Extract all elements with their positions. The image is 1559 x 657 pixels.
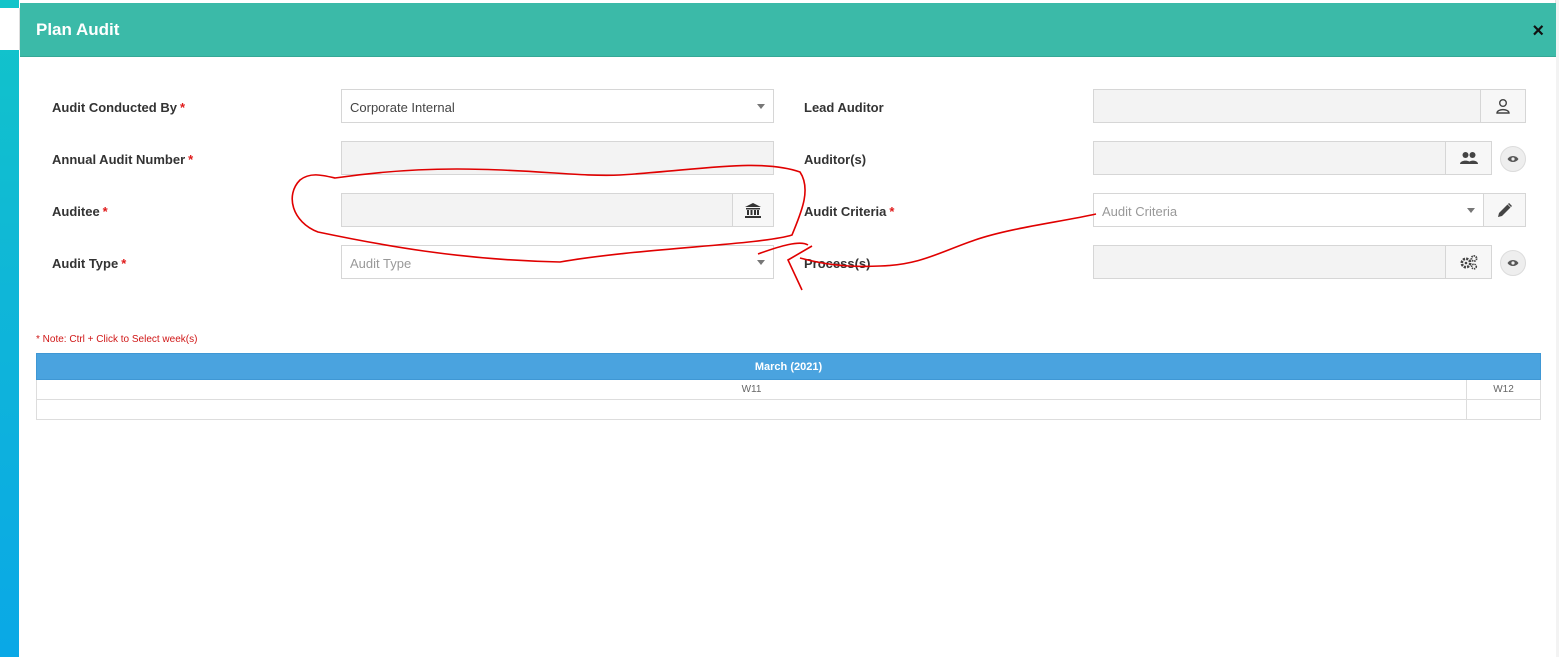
audit-type-select[interactable]: Audit Type	[341, 245, 774, 279]
dialog-title: Plan Audit	[36, 20, 120, 39]
processes-label: Process(s)	[804, 256, 871, 271]
dialog-header: Plan Audit ×	[20, 3, 1556, 57]
users-icon	[1459, 152, 1478, 164]
building-icon	[745, 202, 761, 218]
close-button[interactable]: ×	[1532, 21, 1544, 41]
view-auditors-button[interactable]	[1500, 146, 1526, 172]
eye-icon	[1507, 260, 1519, 266]
audit-conducted-by-label: Audit Conducted By *	[52, 100, 185, 115]
audit-conducted-by-select[interactable]: Corporate Internal	[341, 89, 774, 123]
user-icon	[1496, 99, 1510, 114]
auditors-label: Auditor(s)	[804, 152, 867, 167]
week-w11[interactable]: W11	[37, 380, 1467, 399]
auditors-field[interactable]	[1093, 141, 1446, 175]
processes-field[interactable]	[1093, 245, 1446, 279]
week-w12-cell[interactable]	[1467, 400, 1540, 419]
chevron-down-icon	[1467, 208, 1475, 213]
week-w12[interactable]: W12	[1467, 380, 1540, 399]
gears-icon	[1460, 255, 1477, 270]
lead-auditor-picker-button[interactable]	[1480, 89, 1526, 123]
auditee-label: Auditee *	[52, 204, 108, 219]
auditee-picker-button[interactable]	[732, 193, 774, 227]
auditee-field[interactable]	[341, 193, 733, 227]
audit-week-calendar: March (2021) W11 W12	[36, 353, 1541, 420]
background-tab	[0, 8, 20, 50]
eye-icon	[1507, 156, 1519, 162]
audit-type-label: Audit Type *	[52, 256, 127, 271]
audit-criteria-edit-button[interactable]	[1483, 193, 1526, 227]
background-page-strip	[0, 0, 20, 657]
audit-criteria-placeholder: Audit Criteria	[1102, 204, 1178, 219]
chevron-down-icon	[757, 104, 765, 109]
calendar-selection-row	[36, 400, 1541, 420]
week-w11-cell[interactable]	[37, 400, 1467, 419]
processes-picker-button[interactable]	[1445, 245, 1492, 279]
audit-type-placeholder: Audit Type	[350, 256, 412, 271]
annual-audit-number-label: Annual Audit Number *	[52, 152, 194, 167]
week-selection-note: * Note: Ctrl + Click to Select week(s)	[36, 334, 198, 345]
view-processes-button[interactable]	[1500, 250, 1526, 276]
audit-criteria-label: Audit Criteria *	[804, 204, 895, 219]
audit-conducted-by-value: Corporate Internal	[350, 100, 455, 115]
calendar-month-header: March (2021)	[36, 353, 1541, 380]
lead-auditor-label: Lead Auditor	[804, 100, 884, 115]
annual-audit-number-field[interactable]	[341, 141, 774, 175]
audit-criteria-select[interactable]: Audit Criteria	[1093, 193, 1484, 227]
chevron-down-icon	[757, 260, 765, 265]
auditors-picker-button[interactable]	[1445, 141, 1492, 175]
lead-auditor-field[interactable]	[1093, 89, 1481, 123]
calendar-week-row: W11 W12	[36, 380, 1541, 400]
pencil-icon	[1498, 202, 1512, 217]
plan-audit-dialog: Plan Audit × Audit Conducted By * Corpora…	[20, 3, 1556, 657]
